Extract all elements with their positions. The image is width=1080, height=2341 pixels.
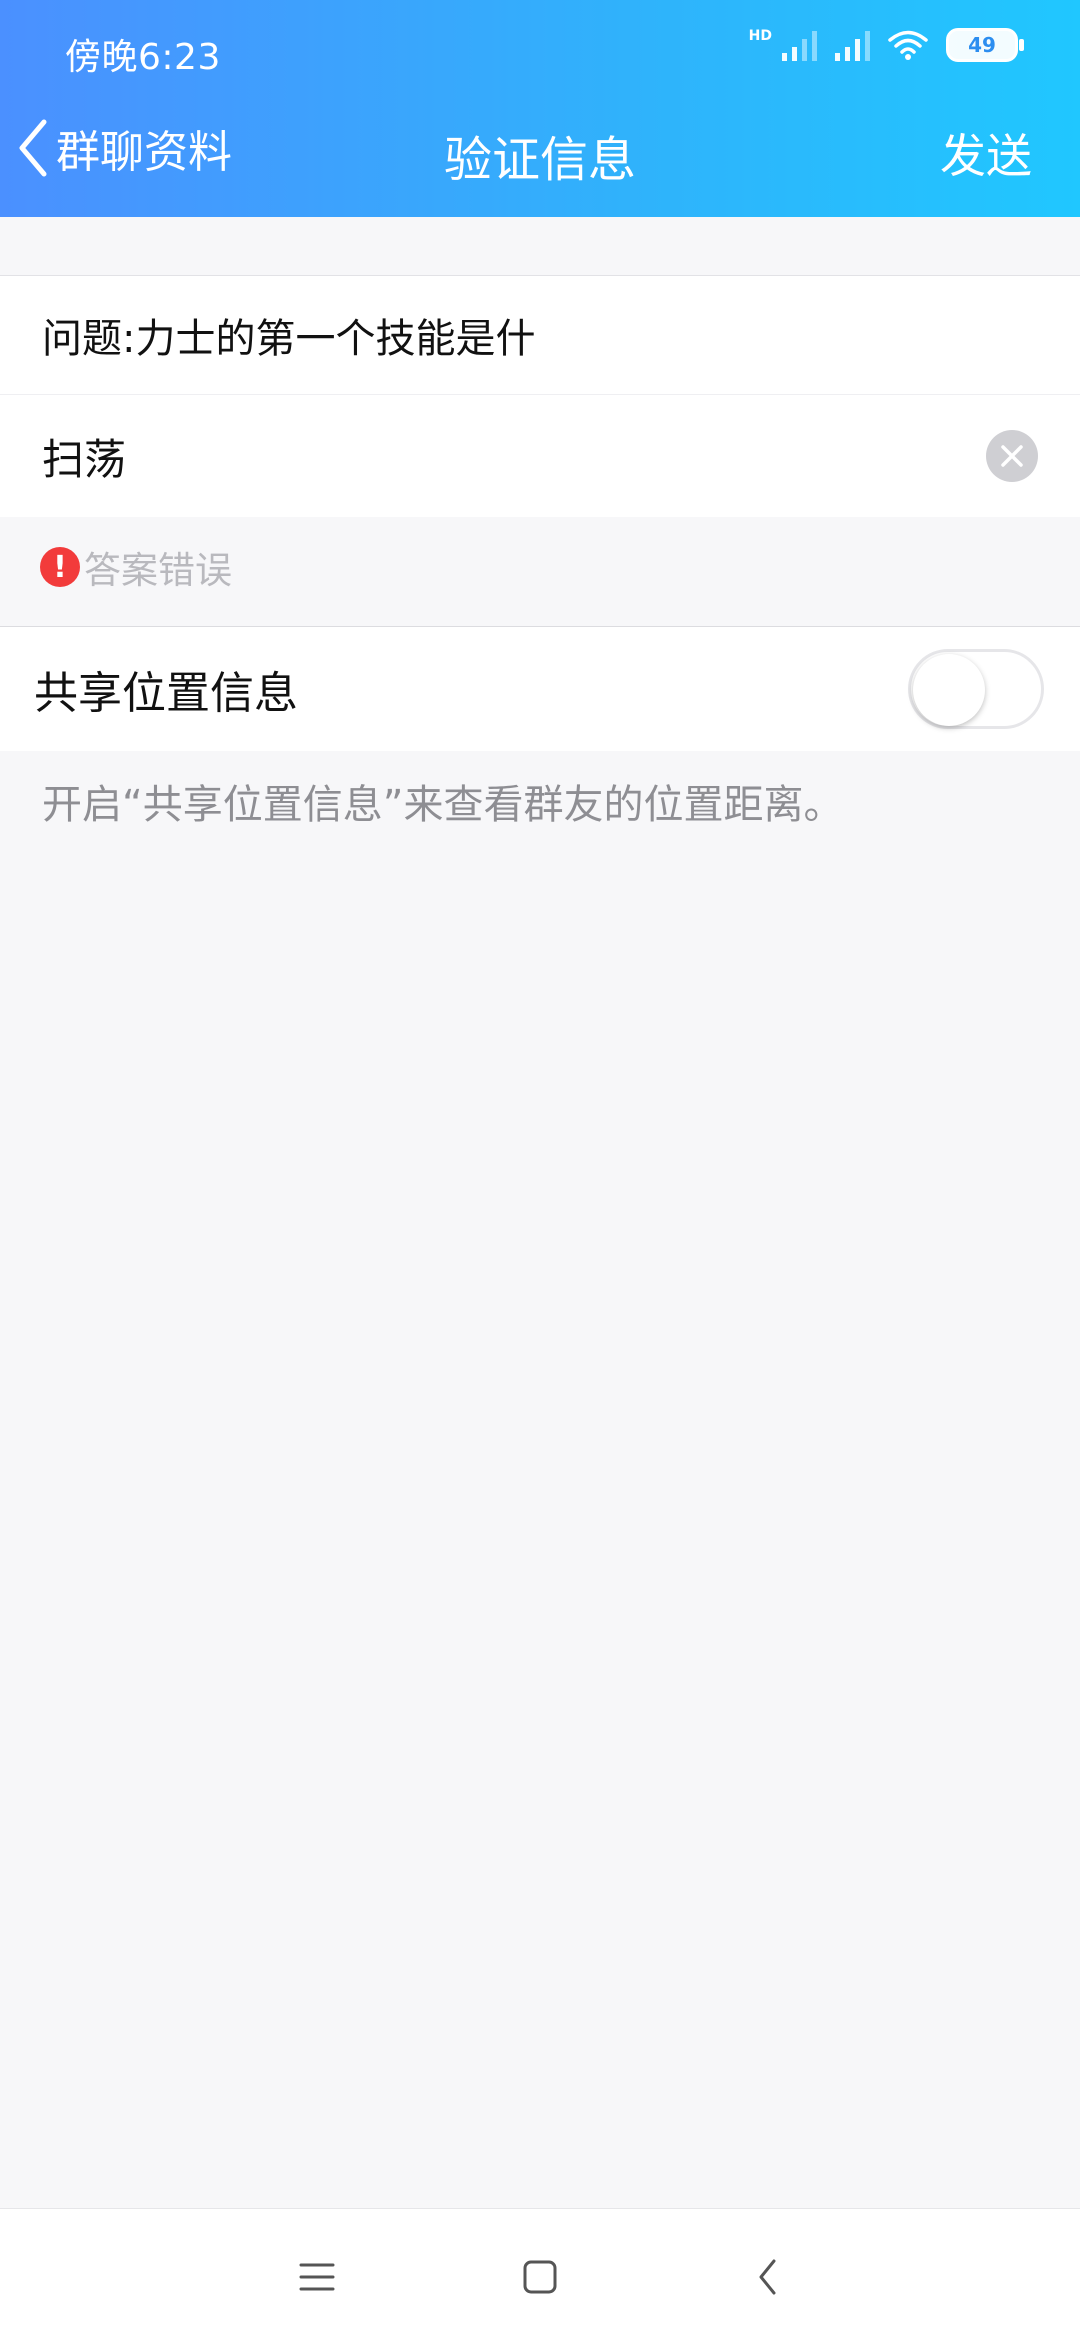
- send-button[interactable]: 发送: [940, 120, 1032, 186]
- battery-level: 49: [968, 33, 996, 57]
- question-row: 问题:力士的第一个技能是什: [0, 276, 1080, 395]
- signal-icon: [835, 29, 870, 61]
- hd-label: HD: [748, 28, 772, 44]
- question-text: 问题:力士的第一个技能是什: [42, 316, 536, 362]
- error-text: 答案错误: [84, 549, 232, 592]
- battery-icon: 49: [946, 28, 1024, 62]
- close-icon: [1001, 445, 1023, 467]
- error-message: ! 答案错误: [40, 540, 232, 594]
- chevron-left-icon: [759, 2259, 776, 2295]
- answer-input[interactable]: 扫荡: [42, 426, 986, 487]
- signal-icon: [782, 29, 817, 61]
- status-icons: HD 49: [748, 28, 1024, 62]
- share-location-toggle[interactable]: [908, 649, 1044, 729]
- status-bar: 傍晚6:23 HD 49: [0, 0, 1080, 100]
- share-location-label: 共享位置信息: [34, 668, 298, 719]
- system-back-button[interactable]: [738, 2247, 798, 2307]
- back-label: 群聊资料: [56, 127, 232, 178]
- status-time: 傍晚6:23: [65, 37, 221, 78]
- recent-apps-button[interactable]: [287, 2247, 347, 2307]
- home-square-icon: [523, 2260, 557, 2294]
- section-spacer: [0, 217, 1080, 276]
- title-bar: 群聊资料 验证信息 发送: [0, 100, 1080, 217]
- toggle-knob: [913, 654, 985, 726]
- home-button[interactable]: [510, 2247, 570, 2307]
- share-location-hint: 开启“共享位置信息”来查看群友的位置距离。: [42, 782, 844, 828]
- wifi-icon: [888, 30, 928, 60]
- back-button[interactable]: 群聊资料: [14, 116, 232, 180]
- share-location-row: 共享位置信息: [0, 627, 1080, 751]
- answer-row[interactable]: 扫荡: [0, 395, 1080, 517]
- navigation-bar: [0, 2208, 1080, 2341]
- error-icon: !: [40, 547, 80, 587]
- clear-input-button[interactable]: [986, 430, 1038, 482]
- menu-icon: [299, 2263, 335, 2291]
- header: 傍晚6:23 HD 49 群聊资料 验证信息 发送: [0, 0, 1080, 217]
- chevron-left-icon: [19, 119, 47, 177]
